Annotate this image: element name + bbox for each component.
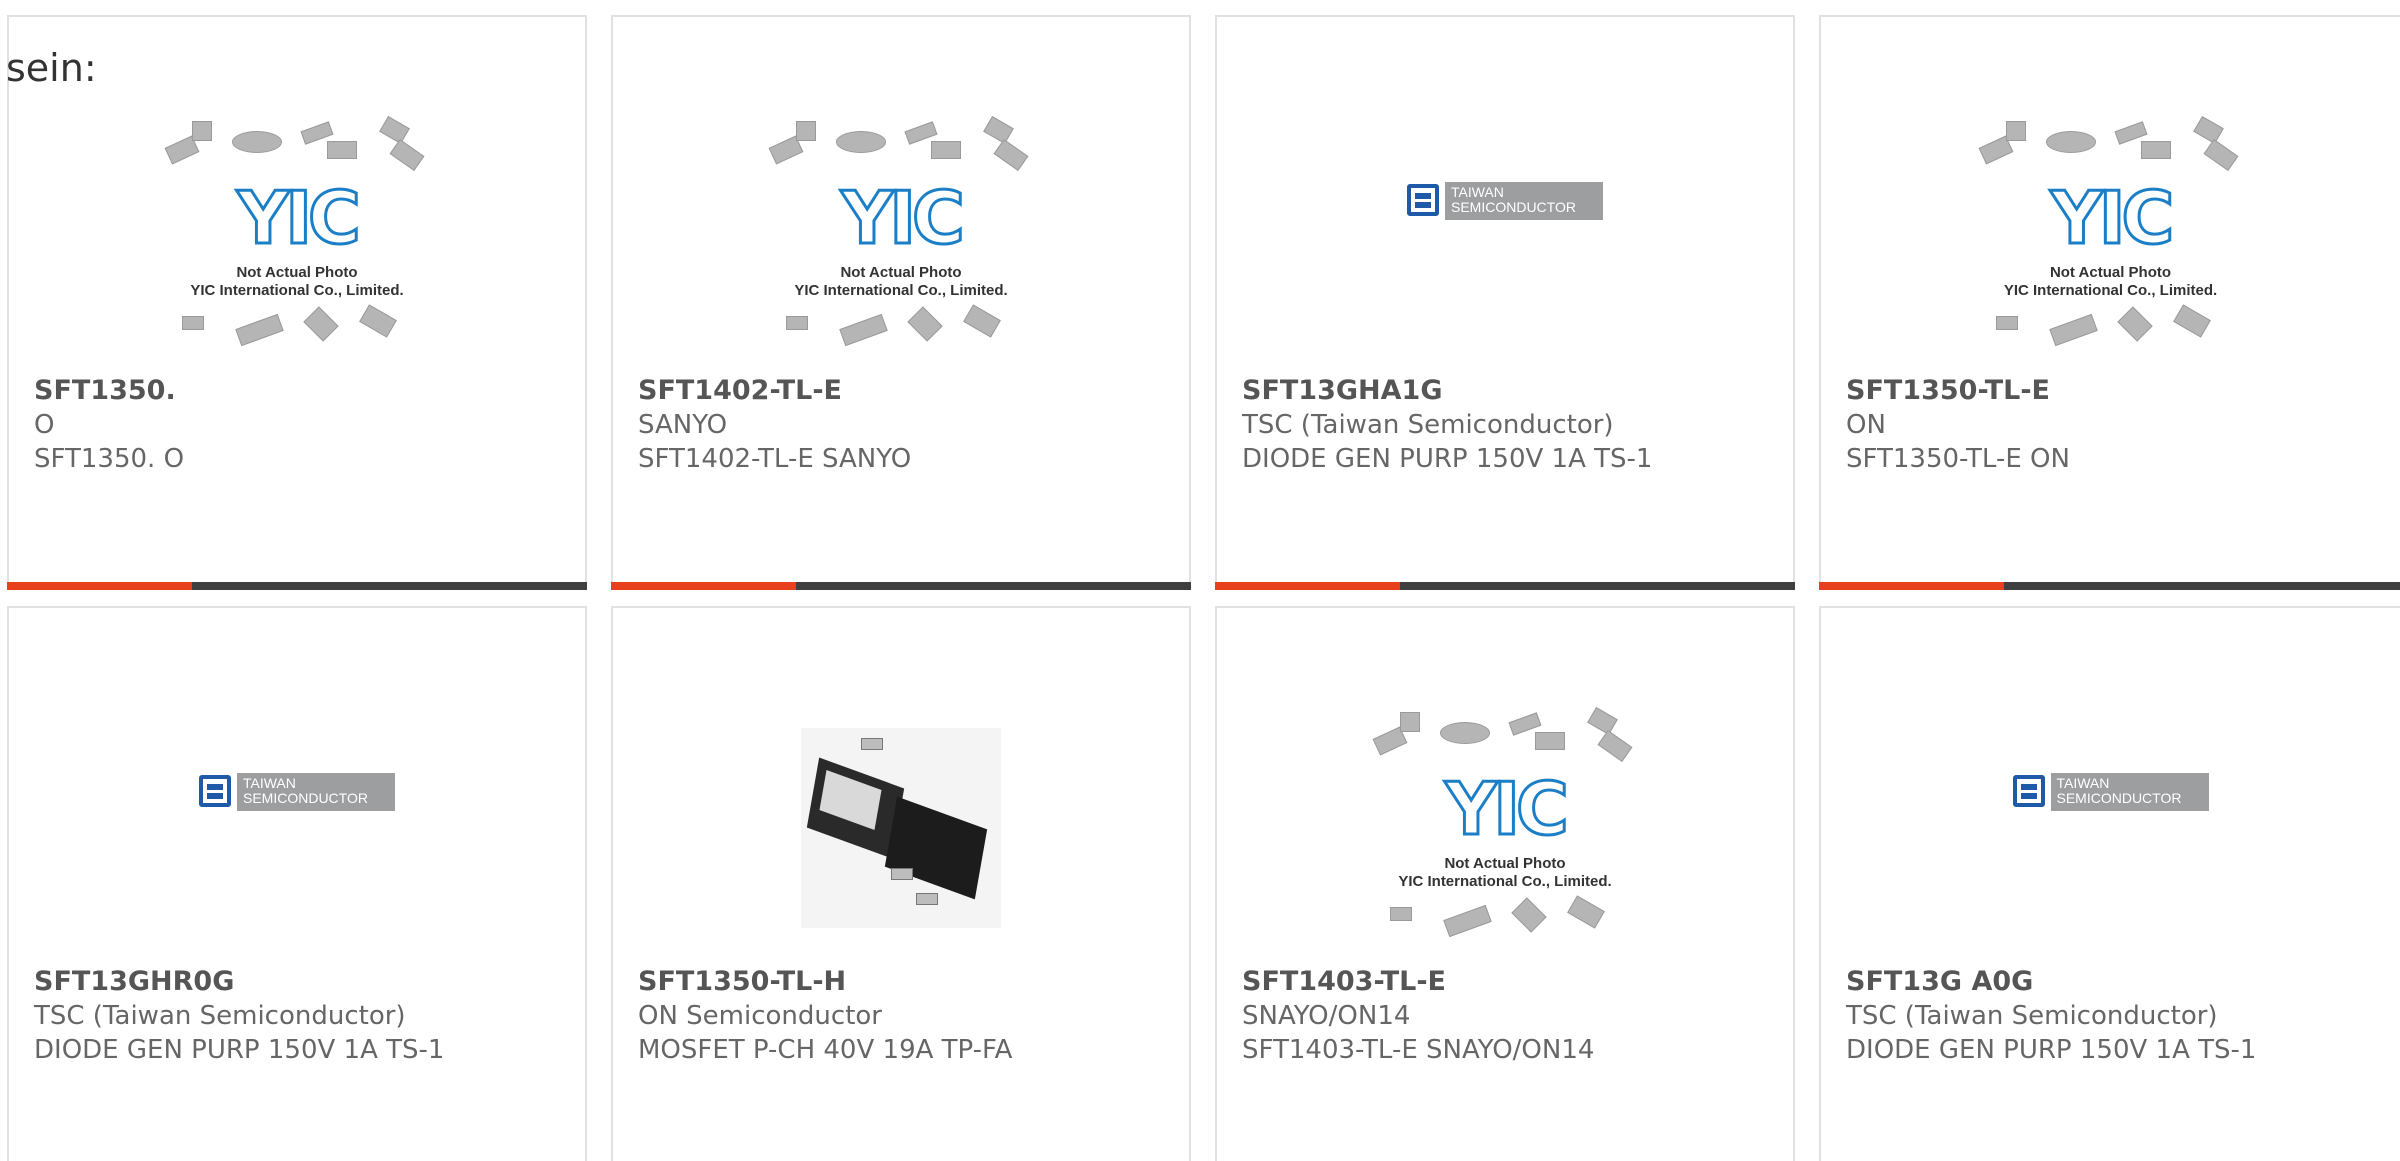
card-bottom-bar <box>611 582 1191 590</box>
manufacturer: O <box>34 410 55 440</box>
product-image[interactable]: YIC Not Actual Photo YIC International C… <box>613 97 1189 367</box>
yic-placeholder-image: YIC Not Actual Photo YIC International C… <box>1976 115 2246 361</box>
mosfet-photo <box>801 728 1001 928</box>
manufacturer: SANYO <box>638 410 728 440</box>
tsc-logo-line1: TAIWAN <box>243 775 296 791</box>
manufacturer: TSC (Taiwan Semiconductor) <box>34 1001 406 1031</box>
card-bottom-bar <box>7 582 587 590</box>
card-accent-bar <box>7 582 192 590</box>
yic-logo: YIC <box>1444 766 1571 853</box>
tsc-logo-image: TAIWAN SEMICONDUCTOR <box>1407 182 1603 222</box>
description: MOSFET P-CH 40V 19A TP-FA <box>638 1035 1013 1065</box>
product-card[interactable]: TAIWAN SEMICONDUCTOR SFT13GHR0G TSC (Tai… <box>7 606 587 1161</box>
manufacturer: ON <box>1846 410 1886 440</box>
yic-logo: YIC <box>236 175 363 262</box>
product-card[interactable]: YIC Not Actual Photo YIC International C… <box>1819 15 2400 590</box>
tsc-logo-line2: SEMICONDUCTOR <box>1451 199 1576 215</box>
yic-placeholder-image: YIC Not Actual Photo YIC International C… <box>162 115 432 361</box>
product-image[interactable]: TAIWAN SEMICONDUCTOR <box>9 688 585 958</box>
intro-text: sein: <box>6 46 97 90</box>
manufacturer: ON Semiconductor <box>638 1001 882 1031</box>
part-number-link[interactable]: SFT13GHA1G <box>1242 374 1652 408</box>
placeholder-caption-2: YIC International Co., Limited. <box>1398 873 1612 890</box>
manufacturer: TSC (Taiwan Semiconductor) <box>1242 410 1614 440</box>
product-image[interactable]: TAIWAN SEMICONDUCTOR <box>1821 688 2400 958</box>
placeholder-caption-1: Not Actual Photo <box>1444 855 1566 872</box>
description: SFT1350-TL-E ON <box>1846 444 2070 474</box>
product-card[interactable]: SFT1350-TL-H ON Semiconductor MOSFET P-C… <box>611 606 1191 1161</box>
placeholder-caption-2: YIC International Co., Limited. <box>2003 282 2218 299</box>
product-grid-page: sein: YIC Not Actual Photo YIC Internati… <box>0 0 2400 1161</box>
tsc-mark-icon <box>199 775 231 807</box>
placeholder-caption-2: YIC International Co., Limited. <box>794 282 1008 299</box>
tsc-logo-line1: TAIWAN <box>2056 775 2110 791</box>
product-card[interactable]: YIC Not Actual Photo YIC International C… <box>611 15 1191 590</box>
placeholder-caption-1: Not Actual Photo <box>840 264 962 281</box>
product-card[interactable]: YIC Not Actual Photo YIC International C… <box>1215 606 1795 1161</box>
description: SFT1403-TL-E SNAYO/ON14 <box>1242 1035 1595 1065</box>
part-number-link[interactable]: SFT13G A0G <box>1846 965 2256 999</box>
product-image[interactable]: YIC Not Actual Photo YIC International C… <box>9 97 585 367</box>
part-number-link[interactable]: SFT1350. <box>34 374 184 408</box>
yic-placeholder-image: YIC Not Actual Photo YIC International C… <box>766 115 1036 361</box>
product-image[interactable]: YIC Not Actual Photo YIC International C… <box>1217 688 1793 958</box>
placeholder-caption-2: YIC International Co., Limited. <box>190 282 404 299</box>
tsc-logo-image: TAIWAN SEMICONDUCTOR <box>2012 773 2209 813</box>
product-card[interactable]: TAIWAN SEMICONDUCTOR SFT13GHA1G TSC (Tai… <box>1215 15 1795 590</box>
card-bottom-bar <box>1819 582 2400 590</box>
product-image[interactable]: TAIWAN SEMICONDUCTOR <box>1217 97 1793 367</box>
tsc-logo-image: TAIWAN SEMICONDUCTOR <box>199 773 395 813</box>
part-number-link[interactable]: SFT1350-TL-E <box>1846 374 2070 408</box>
yic-placeholder-image: YIC Not Actual Photo YIC International C… <box>1370 706 1640 952</box>
description: DIODE GEN PURP 150V 1A TS-1 <box>1846 1035 2257 1065</box>
product-card[interactable]: YIC Not Actual Photo YIC International C… <box>7 15 587 590</box>
part-number-link[interactable]: SFT1350-TL-H <box>638 965 1012 999</box>
card-bottom-bar <box>1215 582 1795 590</box>
yic-logo: YIC <box>840 175 967 262</box>
description: DIODE GEN PURP 150V 1A TS-1 <box>34 1035 445 1065</box>
card-accent-bar <box>1819 582 2004 590</box>
part-number-link[interactable]: SFT13GHR0G <box>34 965 444 999</box>
description: DIODE GEN PURP 150V 1A TS-1 <box>1242 444 1653 474</box>
tsc-logo-line2: SEMICONDUCTOR <box>2056 790 2182 806</box>
product-image[interactable] <box>613 688 1189 958</box>
description: SFT1350. O <box>34 444 185 474</box>
card-accent-bar <box>611 582 796 590</box>
placeholder-caption-1: Not Actual Photo <box>236 264 358 281</box>
tsc-logo-line2: SEMICONDUCTOR <box>243 790 368 806</box>
yic-logo: YIC <box>2049 175 2176 262</box>
description: SFT1402-TL-E SANYO <box>638 444 912 474</box>
manufacturer: SNAYO/ON14 <box>1242 1001 1411 1031</box>
part-number-link[interactable]: SFT1402-TL-E <box>638 374 911 408</box>
product-image[interactable]: YIC Not Actual Photo YIC International C… <box>1821 97 2400 367</box>
placeholder-caption-1: Not Actual Photo <box>2049 264 2172 281</box>
tsc-mark-icon <box>1407 184 1439 216</box>
tsc-logo-line1: TAIWAN <box>1451 184 1504 200</box>
card-accent-bar <box>1215 582 1400 590</box>
manufacturer: TSC (Taiwan Semiconductor) <box>1846 1001 2218 1031</box>
part-number-link[interactable]: SFT1403-TL-E <box>1242 965 1594 999</box>
product-card[interactable]: TAIWAN SEMICONDUCTOR SFT13G A0G TSC (Tai… <box>1819 606 2400 1161</box>
tsc-mark-icon <box>2012 775 2045 807</box>
